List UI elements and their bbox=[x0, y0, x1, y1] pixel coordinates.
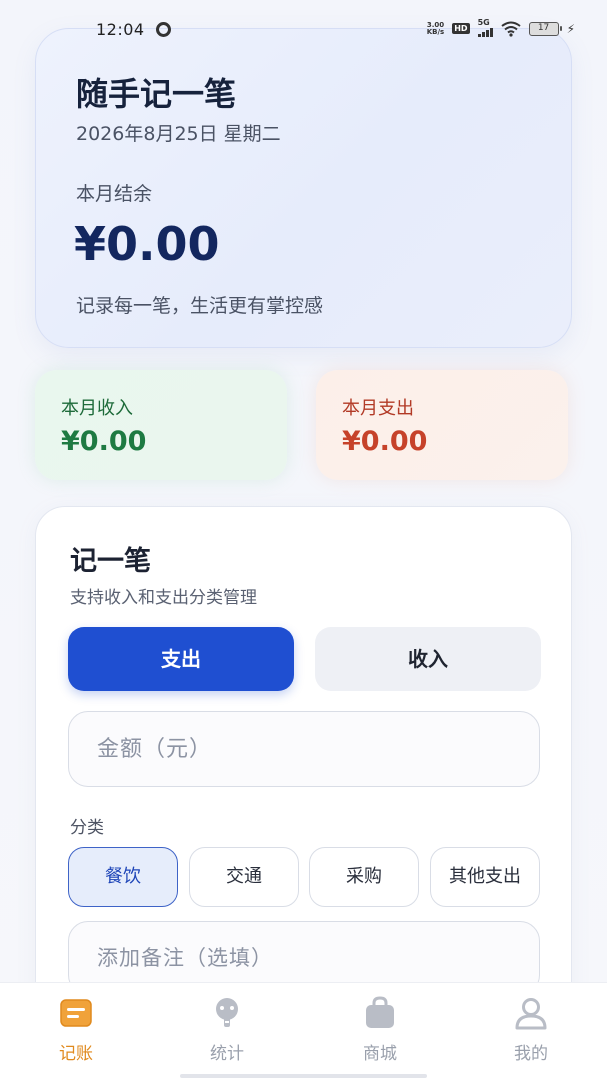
expense-tab-button[interactable]: 支出 bbox=[68, 627, 294, 691]
expense-label: 本月支出 bbox=[342, 398, 414, 419]
nav-label-stats: 统计 bbox=[210, 1044, 244, 1064]
form-subtitle: 支持收入和支出分类管理 bbox=[70, 588, 257, 608]
category-chip-other-expense[interactable]: 其他支出 bbox=[430, 847, 540, 907]
nav-item-ledger[interactable]: 记账 bbox=[26, 995, 126, 1075]
app-title: 随手记一笔 bbox=[76, 75, 237, 113]
wifi-icon bbox=[500, 21, 521, 37]
stats-icon bbox=[209, 995, 245, 1031]
nav-item-mine[interactable]: 我的 bbox=[481, 995, 581, 1075]
battery-icon: 17 bbox=[528, 21, 562, 36]
expense-summary-card: 本月支出 ¥0.00 bbox=[316, 370, 568, 480]
expense-value: ¥0.00 bbox=[342, 426, 428, 457]
home-indicator[interactable] bbox=[180, 1074, 427, 1078]
bottom-nav: 记账 统计 商城 我的 bbox=[0, 982, 607, 1080]
category-chip-purchase[interactable]: 采购 bbox=[309, 847, 419, 907]
nav-item-mall[interactable]: 商城 bbox=[330, 995, 430, 1075]
amount-input[interactable]: 金额（元） bbox=[68, 711, 540, 787]
signal-icon: 5G bbox=[477, 18, 493, 37]
income-value: ¥0.00 bbox=[61, 426, 147, 457]
nav-item-stats[interactable]: 统计 bbox=[177, 995, 277, 1075]
hd-icon: HD bbox=[452, 23, 470, 34]
ledger-icon bbox=[58, 995, 94, 1031]
shopping-bag-icon bbox=[362, 995, 398, 1031]
nav-label-mine: 我的 bbox=[514, 1044, 548, 1064]
charging-icon: ⚡ bbox=[566, 21, 575, 36]
net-speed: 3.00 KB/s bbox=[426, 21, 445, 36]
balance-value: ¥0.00 bbox=[74, 217, 220, 271]
category-chip-food[interactable]: 餐饮 bbox=[68, 847, 178, 907]
income-label: 本月收入 bbox=[61, 398, 133, 419]
category-chip-transport[interactable]: 交通 bbox=[189, 847, 299, 907]
status-icons: 3.00 KB/s HD 5G 17 ⚡ bbox=[426, 18, 575, 37]
current-date: 2026年8月25日 星期二 bbox=[76, 123, 281, 145]
net-speed-unit: KB/s bbox=[426, 27, 445, 36]
form-title: 记一笔 bbox=[70, 546, 151, 577]
income-summary-card: 本月收入 ¥0.00 bbox=[35, 370, 287, 480]
notification-app-icon bbox=[156, 22, 171, 37]
balance-card: 随手记一笔 2026年8月25日 星期二 本月结余 ¥0.00 记录每一笔，生活… bbox=[35, 28, 572, 348]
user-icon bbox=[513, 995, 549, 1031]
slogan: 记录每一笔，生活更有掌控感 bbox=[76, 295, 324, 317]
nav-label-ledger: 记账 bbox=[59, 1044, 93, 1064]
income-tab-button[interactable]: 收入 bbox=[315, 627, 541, 691]
category-label: 分类 bbox=[70, 818, 104, 838]
nav-label-mall: 商城 bbox=[363, 1044, 397, 1064]
signal-label: 5G bbox=[477, 18, 490, 27]
status-bar: 12:04 3.00 KB/s HD 5G 17 ⚡ bbox=[0, 0, 607, 52]
app-screen: 12:04 3.00 KB/s HD 5G 17 ⚡ 随手记一笔 2026年8月… bbox=[0, 0, 607, 1080]
balance-label: 本月结余 bbox=[76, 183, 153, 205]
status-time: 12:04 bbox=[96, 20, 145, 39]
